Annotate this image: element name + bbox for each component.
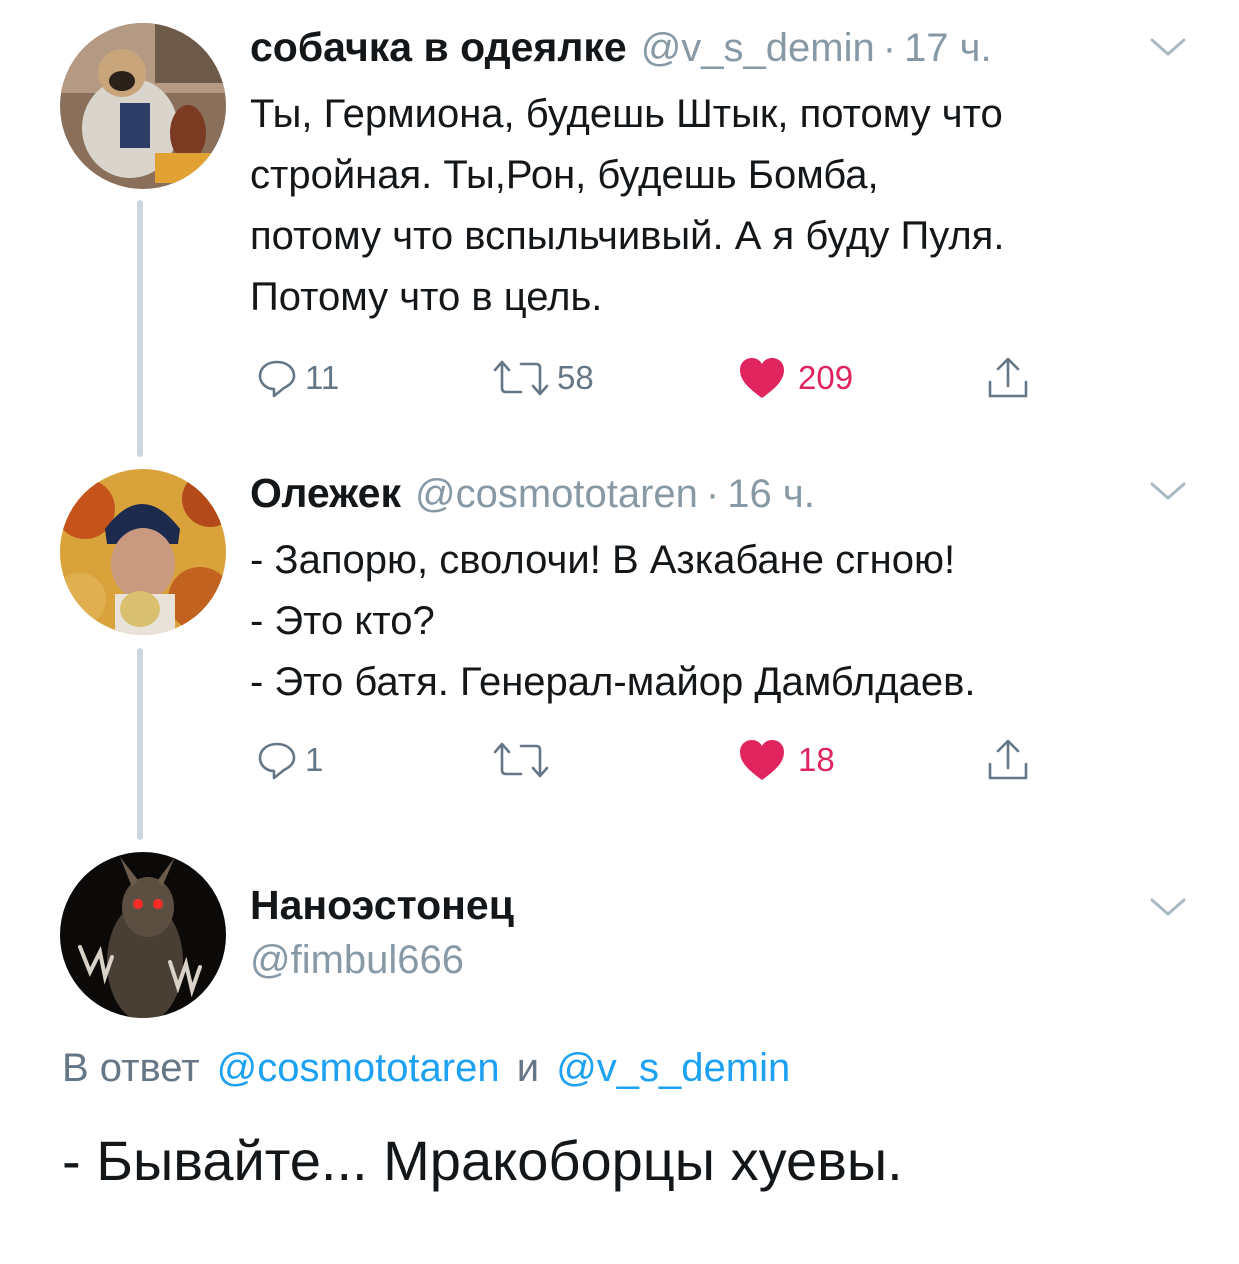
tweet-text-line: Потому что в цель. [250, 275, 603, 319]
avatar[interactable] [60, 23, 226, 189]
tweet-time[interactable]: 17 ч. [904, 26, 992, 71]
chevron-down-icon[interactable] [1148, 896, 1188, 920]
reply-context-and: и [516, 1046, 540, 1090]
chevron-down-icon[interactable] [1148, 480, 1188, 504]
avatar-image-dog [60, 23, 226, 189]
reply-context-prefix: В ответ [62, 1046, 200, 1090]
tweet-text-line: - Запорю, сволочи! В Азкабане сгною! [250, 538, 956, 582]
tweet-text: - Запорю, сволочи! В Азкабане сгною! - Э… [250, 530, 975, 713]
retweet-count: 58 [557, 359, 594, 396]
reply-button[interactable]: 1 [255, 738, 323, 782]
retweet-button[interactable] [491, 738, 557, 782]
like-count: 209 [798, 359, 854, 396]
tweet-header: Олежек @cosmototaren · 16 ч. [250, 470, 815, 517]
retweet-icon [493, 742, 549, 778]
tweet-text: Ты, Гермиона, будешь Штык, потому что ст… [250, 84, 1004, 328]
retweet-button[interactable]: 58 [491, 356, 594, 400]
avatar-image-kangaroo [60, 852, 226, 1018]
reply-count: 1 [305, 741, 324, 778]
share-button[interactable] [984, 736, 1032, 784]
heart-icon [740, 358, 784, 398]
tweet-text-line: потому что вспыльчивый. А я буду Пуля. [250, 214, 1005, 258]
like-count: 18 [798, 741, 835, 778]
tweet-text-line: Ты, Гермиона, будешь Штык, потому что [250, 92, 1003, 136]
reply-mention-link[interactable]: @cosmototaren [217, 1046, 500, 1090]
reply-count: 11 [305, 359, 340, 396]
avatar-image-man [60, 469, 226, 635]
author-handle[interactable]: @fimbul666 [250, 938, 464, 983]
like-button[interactable]: 18 [738, 738, 835, 782]
reply-button[interactable]: 11 [255, 356, 339, 400]
reply-mention-link[interactable]: @v_s_demin [556, 1046, 790, 1090]
main-tweet-text: - Бывайте... Мракоборцы хуевы. [62, 1129, 903, 1192]
author-name[interactable]: собачка в одеялке [250, 24, 627, 71]
reply-context: В ответ @cosmototaren и @v_s_demin [62, 1046, 790, 1091]
avatar[interactable] [60, 852, 226, 1018]
separator-dot: · [882, 26, 897, 70]
share-icon [988, 357, 1028, 398]
tweet-header: собачка в одеялке @v_s_demin · 17 ч. [250, 24, 992, 71]
author-name[interactable]: Наноэстонец [250, 882, 514, 929]
author-handle[interactable]: @v_s_demin [641, 26, 875, 71]
author-handle[interactable]: @cosmototaren [415, 472, 698, 517]
tweet-text-line: - Это батя. Генерал-майор Дамблдаев. [250, 660, 976, 704]
separator-dot: · [705, 472, 720, 516]
thread-line [137, 648, 143, 840]
reply-icon [258, 742, 296, 780]
like-button[interactable]: 209 [738, 356, 853, 400]
reply-icon [258, 360, 296, 398]
author-name[interactable]: Олежек [250, 470, 401, 517]
thread-line [137, 200, 143, 457]
share-button[interactable] [984, 354, 1032, 402]
chevron-down-icon[interactable] [1148, 36, 1188, 60]
tweet-text-line: стройная. Ты,Рон, будешь Бомба, [250, 153, 879, 197]
heart-icon [740, 740, 784, 780]
tweet-text-line: - Это кто? [250, 599, 435, 643]
share-icon [988, 739, 1028, 780]
retweet-icon [493, 360, 549, 396]
avatar[interactable] [60, 469, 226, 635]
tweet-time[interactable]: 16 ч. [727, 472, 815, 517]
